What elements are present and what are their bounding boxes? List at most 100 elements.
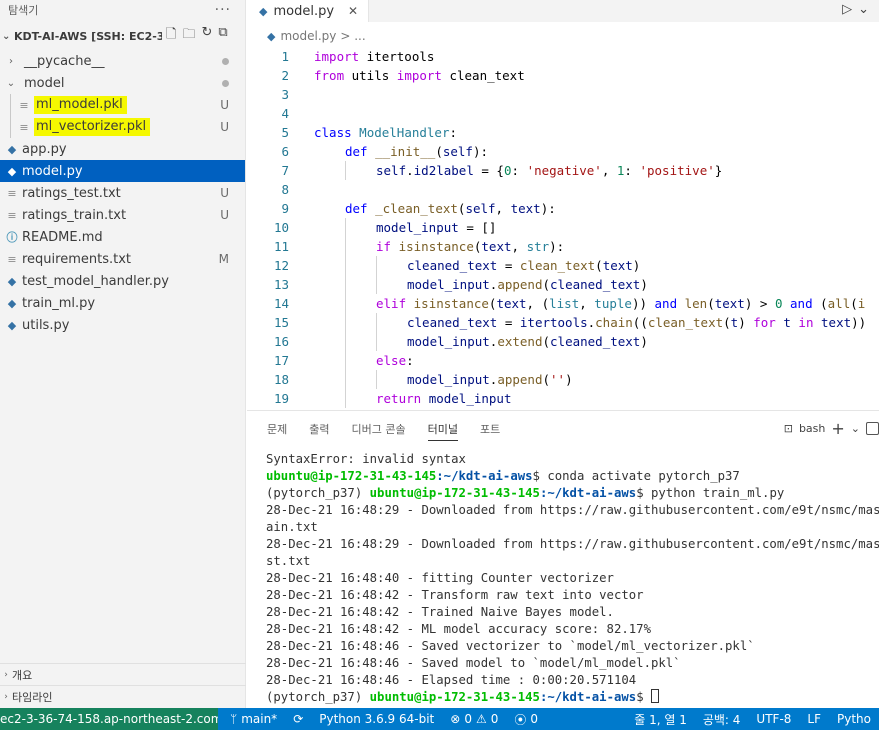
new-terminal-icon[interactable]: + xyxy=(831,419,844,438)
terminal-line: 28-Dec-21 16:48:29 - Downloaded from htt… xyxy=(266,537,879,551)
tree-item-pycache[interactable]: › __pycache__ xyxy=(0,50,245,72)
tree-item-label: utils.py xyxy=(22,317,70,333)
shell-name[interactable]: bash xyxy=(799,422,825,435)
tree-item-ratings-test[interactable]: ≡ ratings_test.txt U xyxy=(0,182,245,204)
close-icon[interactable]: ✕ xyxy=(348,4,358,18)
indentation[interactable]: 공백: 4 xyxy=(695,711,749,728)
terminal-output[interactable]: SyntaxError: invalid syntax ubuntu@ip-17… xyxy=(266,451,879,706)
terminal-line: 28-Dec-21 16:48:42 - Transform raw text … xyxy=(266,588,644,602)
terminal-line: 28-Dec-21 16:48:42 - Trained Naive Bayes… xyxy=(266,605,614,619)
error-icon: ⊗ xyxy=(450,712,461,726)
code-line: 13 model_input.append(cleaned_text) xyxy=(273,275,648,294)
outline-section[interactable]: › 개요 xyxy=(0,663,246,685)
code-line: 17 else: xyxy=(273,351,414,370)
timeline-label: 타임라인 xyxy=(12,690,53,704)
tab-ports[interactable]: 포트 xyxy=(480,411,500,447)
chevron-down-icon[interactable]: ⌄ xyxy=(851,422,860,435)
explorer-sidebar: 탐색기 ··· ⌄ KDT-AI-AWS [SSH: EC2-3... 🗋 🗀 … xyxy=(0,0,246,708)
python-file-icon: ◆ xyxy=(267,29,276,43)
chevron-down-icon: ⌄ xyxy=(2,30,11,42)
refresh-icon[interactable]: ↻ xyxy=(201,25,212,47)
tree-item-app-py[interactable]: ◆ app.py xyxy=(0,138,245,160)
tree-item-model-folder[interactable]: ⌄ model xyxy=(0,72,245,94)
chevron-right-icon: › xyxy=(9,55,13,67)
more-actions-icon[interactable]: ··· xyxy=(215,2,231,18)
file-lines-icon: ≡ xyxy=(19,98,29,112)
python-file-icon: ◆ xyxy=(7,296,17,310)
code-line: 9 def _clean_text(self, text): xyxy=(281,201,556,216)
tree-item-label: ratings_test.txt xyxy=(22,185,121,201)
terminal-line: SyntaxError: invalid syntax xyxy=(266,452,466,466)
code-line: 4 xyxy=(281,106,289,121)
tree-item-model-py[interactable]: ◆ model.py xyxy=(0,160,245,182)
cursor-position[interactable]: 줄 1, 열 1 xyxy=(626,711,695,728)
tree-item-utils[interactable]: ◆ utils.py xyxy=(0,314,245,336)
code-line: 1 import itertools xyxy=(281,49,435,64)
indent-guide xyxy=(10,94,11,116)
modified-dot-icon xyxy=(222,58,229,65)
code-line: 11 if isinstance(text, str): xyxy=(273,237,565,256)
new-folder-icon[interactable]: 🗀 xyxy=(182,25,195,47)
tree-item-ratings-train[interactable]: ≡ ratings_train.txt U xyxy=(0,204,245,226)
terminal-line: (pytorch_p37) ubuntu@ip-172-31-43-145:~/… xyxy=(266,486,785,500)
tree-item-label: model xyxy=(24,75,65,91)
ports-indicator[interactable]: ⦿ 0 xyxy=(506,711,546,728)
file-lines-icon: ≡ xyxy=(19,120,29,134)
tab-model-py[interactable]: ◆ model.py ✕ xyxy=(247,0,369,22)
tree-item-ml-vectorizer[interactable]: ≡ ml_vectorizer.pkl U xyxy=(0,116,245,138)
code-line: 3 xyxy=(281,87,289,102)
tab-output[interactable]: 출력 xyxy=(309,411,329,447)
python-interpreter[interactable]: Python 3.6.9 64-bit xyxy=(311,712,442,726)
new-file-icon[interactable]: 🗋 xyxy=(166,25,176,47)
breadcrumb-rest[interactable]: > ... xyxy=(340,29,365,43)
warning-icon: ⚠ xyxy=(475,712,487,726)
terminal-line: ubuntu@ip-172-31-43-145:~/kdt-ai-aws$ co… xyxy=(266,469,740,483)
tree-item-readme[interactable]: ⓘ README.md xyxy=(0,226,245,248)
split-terminal-icon[interactable] xyxy=(866,422,879,435)
untracked-badge: U xyxy=(220,120,229,134)
code-line: 10 model_input = [] xyxy=(273,218,497,237)
python-file-icon: ◆ xyxy=(7,274,17,288)
tree-item-label: ratings_train.txt xyxy=(22,207,127,223)
code-line: 12 cleaned_text = clean_text(text) xyxy=(273,256,641,275)
panel-tabbar: 문제 출력 디버그 콘솔 터미널 포트 ⊡ bash + ⌄ xyxy=(247,411,879,447)
sync-button[interactable]: ⟳ xyxy=(285,712,311,726)
remote-host: ec2-3-36-74-158.ap-northeast-2.comp... xyxy=(0,712,218,726)
untracked-badge: U xyxy=(220,186,229,200)
broadcast-icon: ⦿ xyxy=(514,712,527,727)
code-line: 19 return model_input xyxy=(273,389,512,408)
remote-indicator[interactable]: ec2-3-36-74-158.ap-northeast-2.comp... xyxy=(0,708,218,730)
run-icon[interactable]: ▷ xyxy=(842,2,852,17)
code-line: 5 class ModelHandler: xyxy=(281,125,458,140)
tree-item-label: ml_model.pkl xyxy=(34,96,127,114)
tab-problems[interactable]: 문제 xyxy=(267,411,287,447)
bottom-panel: 문제 출력 디버그 콘솔 터미널 포트 ⊡ bash + ⌄ SyntaxErr… xyxy=(247,410,879,708)
timeline-section[interactable]: › 타임라인 xyxy=(0,685,246,707)
tree-item-requirements[interactable]: ≡ requirements.txt M xyxy=(0,248,245,270)
branch-icon: ᛘ xyxy=(230,712,238,726)
end-of-line[interactable]: LF xyxy=(799,712,829,726)
terminal-line: 28-Dec-21 16:48:46 - Saved vectorizer to… xyxy=(266,639,755,653)
encoding[interactable]: UTF-8 xyxy=(748,712,799,726)
status-bar: ec2-3-36-74-158.ap-northeast-2.comp... ᛘ… xyxy=(0,708,879,730)
code-line: 8 xyxy=(281,182,289,197)
tree-item-label: train_ml.py xyxy=(22,295,96,311)
breadcrumb-file[interactable]: model.py xyxy=(280,29,336,43)
explorer-header: 탐색기 ··· xyxy=(0,0,245,20)
language-mode[interactable]: Pytho xyxy=(829,712,879,726)
code-view[interactable]: 1 import itertools 2 from utils import cle… xyxy=(247,47,879,408)
tree-item-ml-model[interactable]: ≡ ml_model.pkl U xyxy=(0,94,245,116)
workspace-root[interactable]: ⌄ KDT-AI-AWS [SSH: EC2-3... 🗋 🗀 ↻ ⧉ xyxy=(0,23,245,49)
tab-terminal[interactable]: 터미널 xyxy=(427,411,459,447)
tree-item-test-model-handler[interactable]: ◆ test_model_handler.py xyxy=(0,270,245,292)
tree-item-train-ml[interactable]: ◆ train_ml.py xyxy=(0,292,245,314)
tree-item-label: requirements.txt xyxy=(22,251,132,267)
problems-indicator[interactable]: ⊗ 0 ⚠ 0 xyxy=(442,712,506,726)
collapse-all-icon[interactable]: ⧉ xyxy=(218,25,227,47)
chevron-down-icon[interactable]: ⌄ xyxy=(858,2,869,17)
tree-item-label: app.py xyxy=(22,141,67,157)
python-file-icon: ◆ xyxy=(259,4,268,18)
tab-debug-console[interactable]: 디버그 콘솔 xyxy=(352,411,406,447)
git-branch[interactable]: ᛘ main* xyxy=(222,712,285,726)
terminal-line: 28-Dec-21 16:48:42 - ML model accuracy s… xyxy=(266,622,651,636)
